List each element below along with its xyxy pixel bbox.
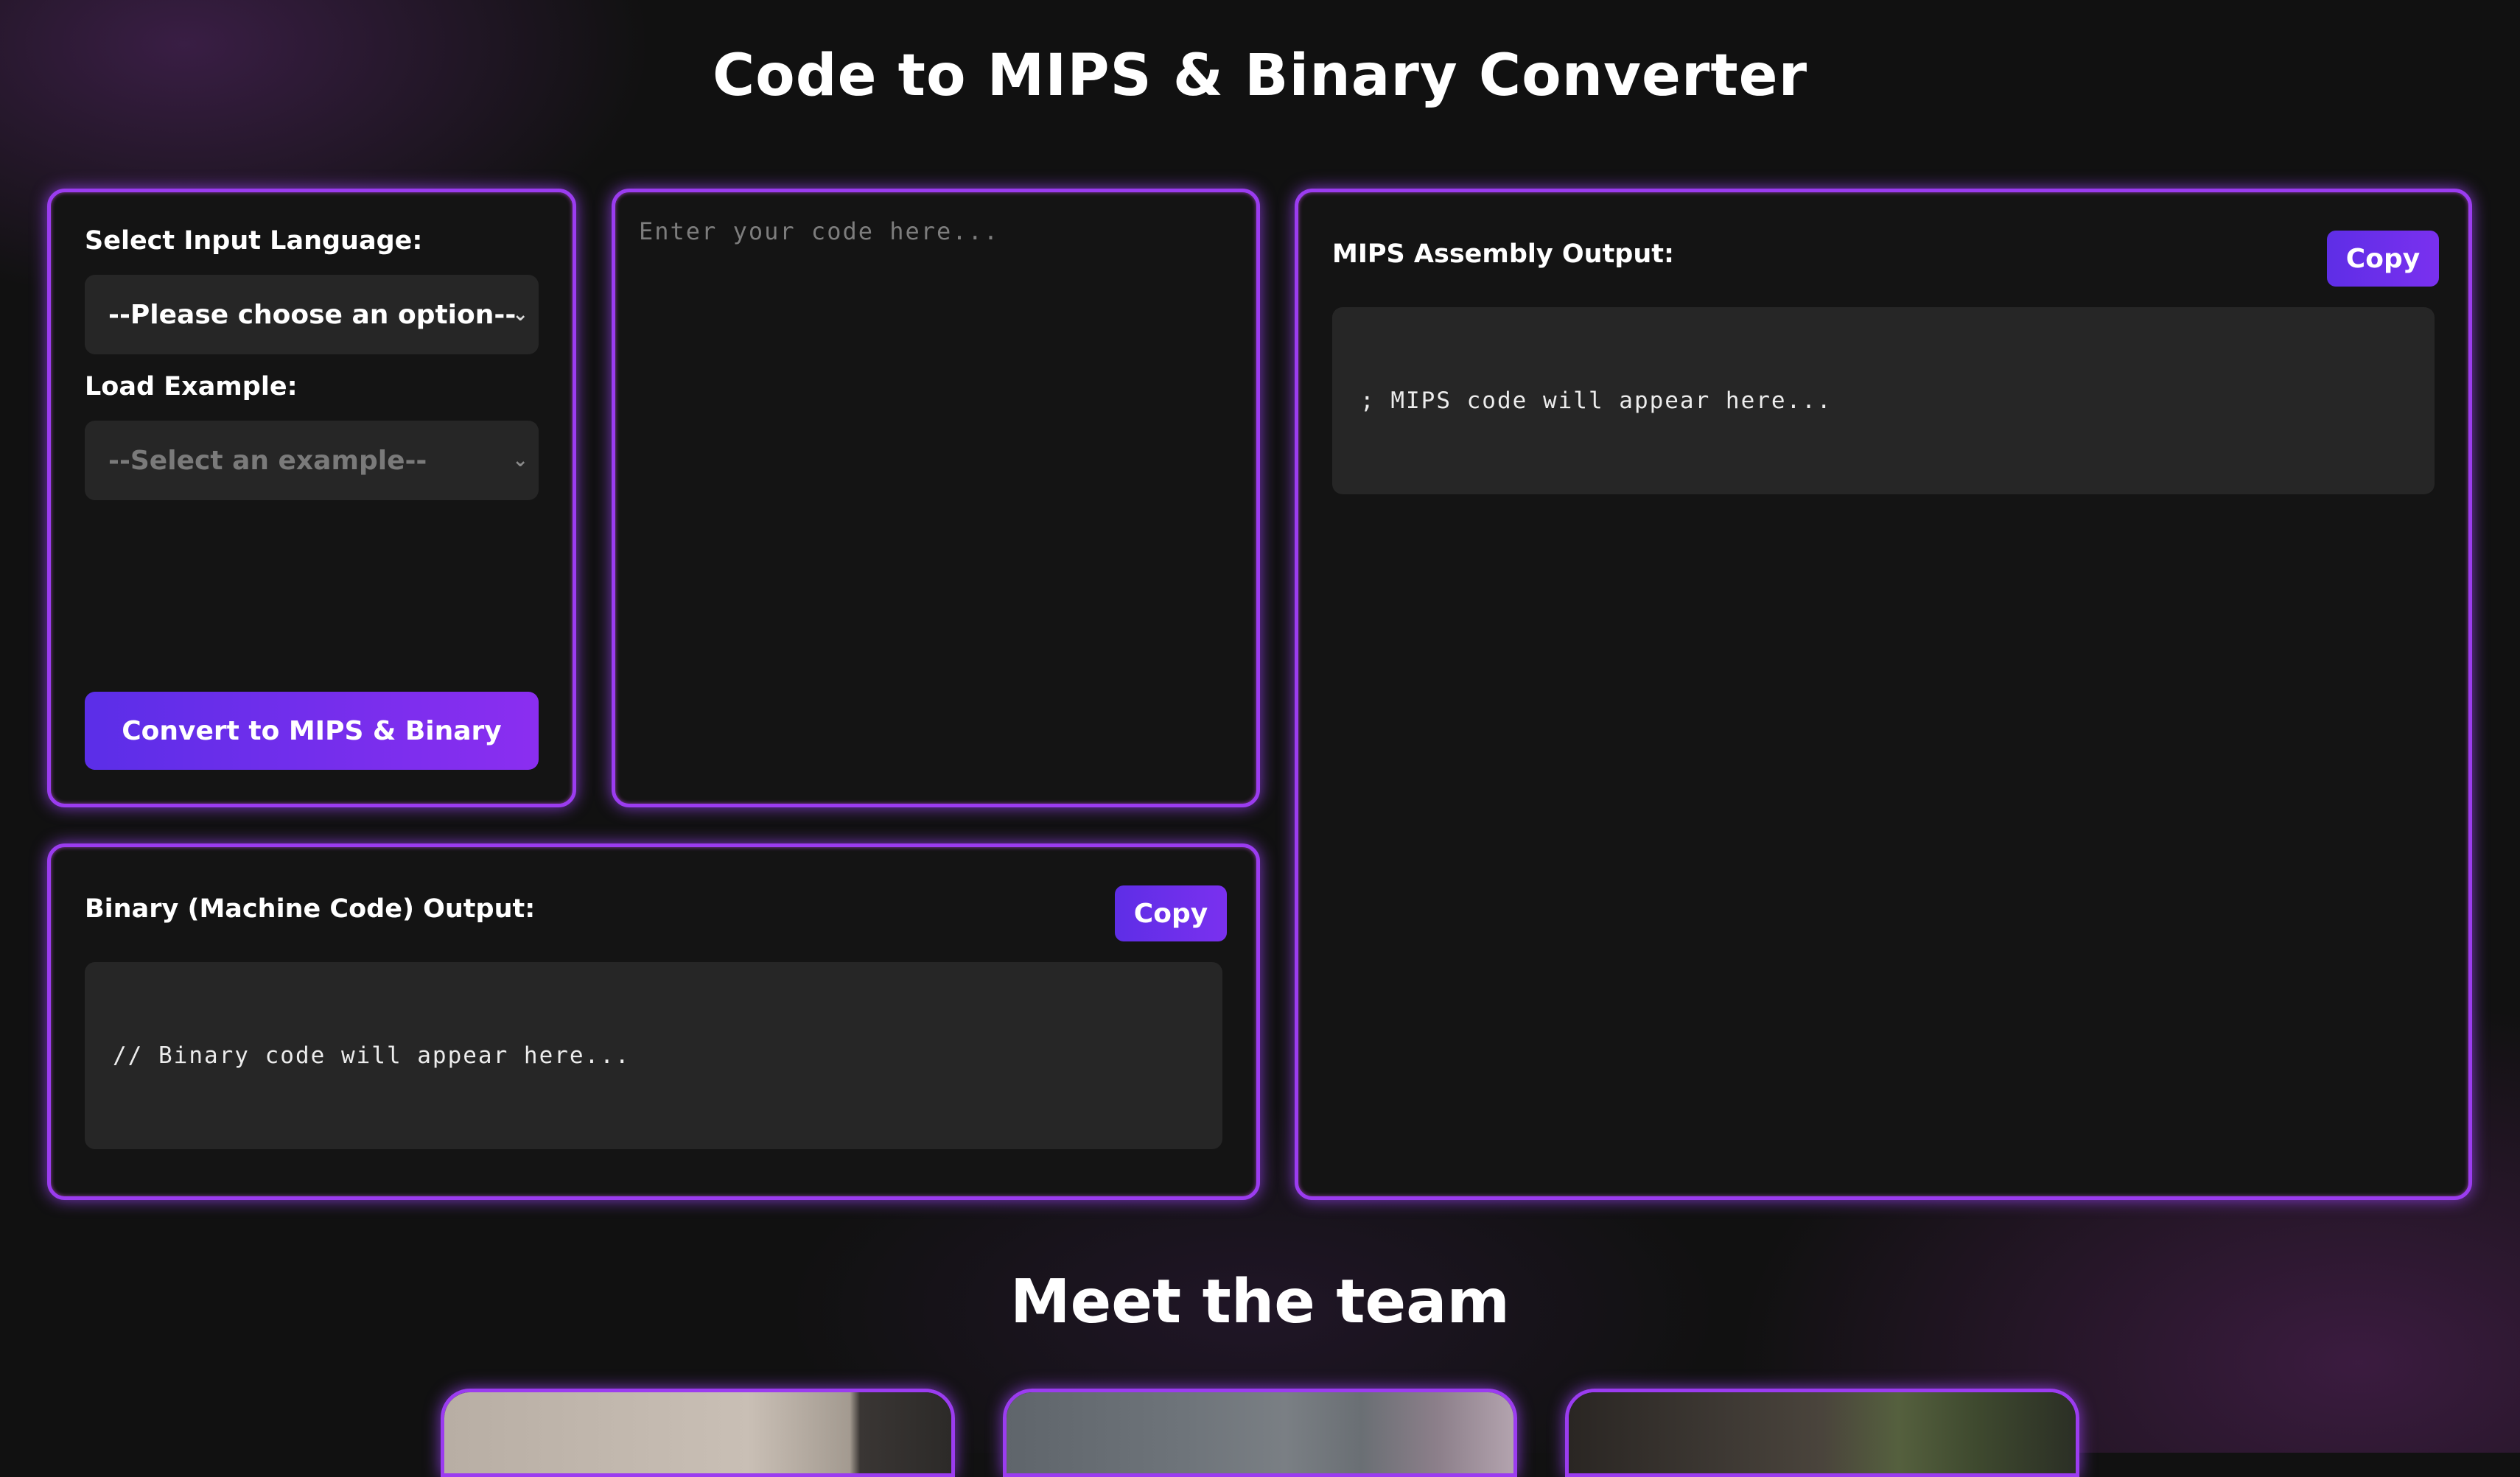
team-member-card[interactable] xyxy=(1565,1389,2079,1477)
copy-mips-button[interactable]: Copy xyxy=(2327,231,2439,287)
team-member-photo xyxy=(444,1392,951,1473)
binary-output-box[interactable]: // Binary code will appear here... xyxy=(85,962,1222,1149)
copy-binary-button[interactable]: Copy xyxy=(1115,885,1227,941)
code-input[interactable]: Enter your code here... xyxy=(615,192,1256,804)
team-member-card[interactable] xyxy=(441,1389,955,1477)
page-title: Code to MIPS & Binary Converter xyxy=(712,43,1808,109)
binary-output-panel: Binary (Machine Code) Output: Copy // Bi… xyxy=(47,843,1260,1200)
code-input-placeholder: Enter your code here... xyxy=(639,217,1000,245)
controls-panel: Select Input Language: --Please choose a… xyxy=(47,189,576,807)
binary-output-text: // Binary code will appear here... xyxy=(113,1042,631,1069)
team-member-photo xyxy=(1007,1392,1513,1473)
mips-output-label: MIPS Assembly Output: xyxy=(1332,239,1675,269)
convert-button[interactable]: Convert to MIPS & Binary xyxy=(85,692,539,770)
team-member-card[interactable] xyxy=(1003,1389,1517,1477)
chevron-down-icon: ⌄ xyxy=(512,304,528,326)
example-label: Load Example: xyxy=(85,372,298,401)
binary-output-label: Binary (Machine Code) Output: xyxy=(85,894,536,924)
mips-output-text: ; MIPS code will appear here... xyxy=(1360,387,1833,414)
mips-output-panel: MIPS Assembly Output: Copy ; MIPS code w… xyxy=(1295,189,2472,1200)
language-label: Select Input Language: xyxy=(85,226,423,256)
example-select-value: --Select an example-- xyxy=(108,445,427,476)
team-member-photo xyxy=(1569,1392,2076,1473)
chevron-down-icon: ⌄ xyxy=(512,449,528,471)
mips-output-box[interactable]: ; MIPS code will appear here... xyxy=(1332,307,2435,494)
language-select-value: --Please choose an option-- xyxy=(108,299,517,330)
example-select[interactable]: --Select an example-- ⌄ xyxy=(85,421,539,500)
language-select[interactable]: --Please choose an option-- ⌄ xyxy=(85,275,539,354)
team-heading: Meet the team xyxy=(1010,1267,1510,1337)
code-input-panel: Enter your code here... xyxy=(612,189,1260,807)
